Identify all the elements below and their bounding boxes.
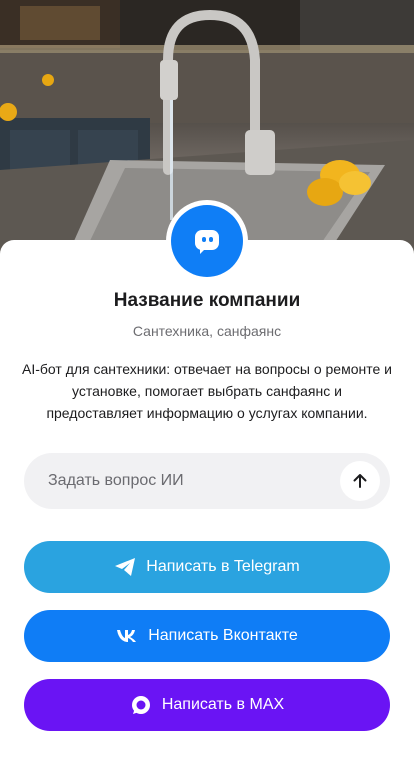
company-name: Название компании (113, 290, 301, 311)
arrow-up-icon (353, 474, 367, 488)
ask-ai-input[interactable] (48, 472, 340, 490)
send-button[interactable] (340, 461, 380, 501)
company-description: AI-бот для сантехники: отвечает на вопро… (22, 361, 392, 421)
telegram-button-label: Написать в Telegram (146, 558, 300, 575)
company-category: Сантехника, санфаянс (132, 323, 282, 339)
bot-avatar-icon (171, 205, 243, 277)
vk-icon (116, 625, 138, 647)
vk-button-label: Написать Вконтакте (148, 627, 298, 644)
vk-button[interactable]: Написать Вконтакте (24, 610, 390, 662)
telegram-icon (114, 556, 136, 578)
ask-ai-field (24, 453, 390, 509)
avatar (166, 200, 248, 282)
max-icon (130, 694, 152, 716)
max-button-label: Написать в MAX (161, 696, 285, 713)
max-button[interactable]: Написать в MAX (24, 679, 390, 731)
telegram-button[interactable]: Написать в Telegram (24, 541, 390, 593)
